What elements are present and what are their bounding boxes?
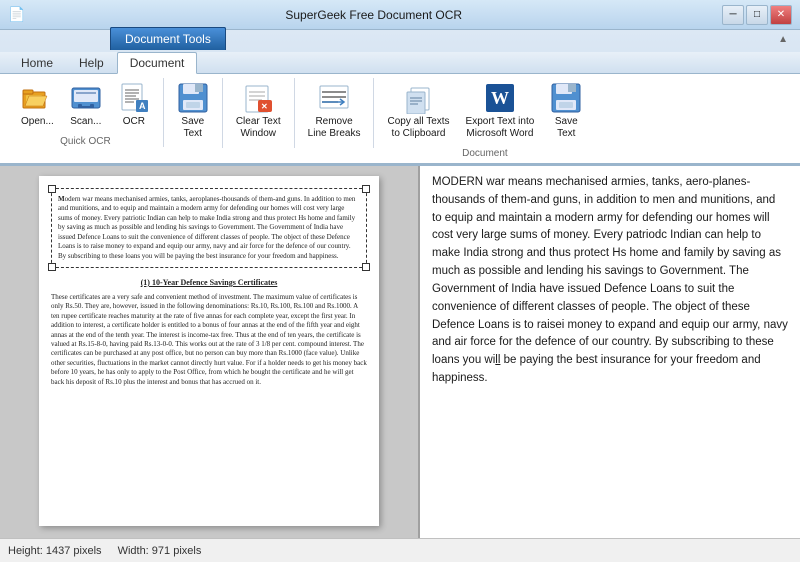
save-text-button[interactable]: SaveText: [170, 78, 216, 144]
open-label: Open...: [21, 116, 54, 128]
title-buttons: ─ □ ✕: [722, 5, 792, 25]
ocr-icon: A: [118, 82, 150, 114]
handle-tl: [48, 185, 56, 193]
document-panel: Modern war means mechanised armies, tank…: [0, 166, 420, 538]
app-icon: 📄: [8, 6, 25, 23]
tab-document[interactable]: Document: [117, 52, 198, 74]
scan-button[interactable]: Scan...: [63, 78, 109, 132]
handle-tr: [362, 185, 370, 193]
maximize-button[interactable]: □: [746, 5, 768, 25]
copy-all-label: Copy all Textsto Clipboard: [387, 116, 449, 140]
save-doc-icon: [550, 82, 582, 114]
close-button[interactable]: ✕: [770, 5, 792, 25]
title-bar: 📄 SuperGeek Free Document OCR ─ □ ✕: [0, 0, 800, 30]
status-bar: Height: 1437 pixels Width: 971 pixels: [0, 538, 800, 562]
ocr-button[interactable]: A OCR: [111, 78, 157, 132]
remove-breaks-buttons: RemoveLine Breaks: [301, 78, 368, 144]
clear-text-group: ✕ Clear TextWindow: [223, 78, 295, 148]
ocr-label: OCR: [123, 116, 145, 128]
remove-breaks-group: RemoveLine Breaks: [295, 78, 375, 148]
document-group-label: Document: [462, 148, 508, 159]
remove-breaks-icon: [318, 82, 350, 114]
quick-ocr-group: Open... Scan...: [8, 78, 164, 147]
export-word-button[interactable]: W Export Text intoMicrosoft Word: [459, 78, 542, 144]
handle-bl: [48, 263, 56, 271]
doc-scroll[interactable]: Modern war means mechanised armies, tank…: [0, 166, 418, 538]
title-bar-left: 📄: [8, 6, 25, 23]
doc-text-selection: Modern war means mechanised armies, tank…: [58, 195, 360, 261]
document-group: Copy all Textsto Clipboard W Export Text…: [374, 78, 595, 159]
save-text-icon: [177, 82, 209, 114]
remove-breaks-button[interactable]: RemoveLine Breaks: [301, 78, 368, 144]
clear-text-buttons: ✕ Clear TextWindow: [229, 78, 288, 144]
save-text-label: SaveText: [181, 116, 204, 140]
minimize-button[interactable]: ─: [722, 5, 744, 25]
tab-home[interactable]: Home: [8, 52, 66, 73]
tab-help[interactable]: Help: [66, 52, 117, 73]
quick-ocr-buttons: Open... Scan...: [14, 78, 157, 132]
save-doc-label: SaveText: [555, 116, 578, 140]
remove-breaks-label: RemoveLine Breaks: [308, 116, 361, 140]
svg-text:A: A: [139, 101, 146, 111]
doc-image: Modern war means mechanised armies, tank…: [39, 176, 379, 526]
clear-text-icon: ✕: [242, 82, 274, 114]
ribbon-tabs: Home Help Document: [0, 52, 800, 74]
handle-br: [362, 263, 370, 271]
scan-label: Scan...: [70, 116, 101, 128]
document-buttons: Copy all Textsto Clipboard W Export Text…: [380, 78, 589, 144]
open-icon: [21, 82, 53, 114]
copy-all-button[interactable]: Copy all Textsto Clipboard: [380, 78, 456, 144]
svg-text:W: W: [491, 88, 509, 108]
clear-text-label: Clear TextWindow: [236, 116, 281, 140]
save-text-buttons: SaveText: [170, 78, 216, 144]
ribbon-toolbar: Open... Scan...: [0, 74, 800, 165]
status-width: Width: 971 pixels: [118, 545, 202, 557]
doc-text-body: (1) 10-Year Defence Savings Certificates…: [51, 278, 367, 387]
export-word-label: Export Text intoMicrosoft Word: [466, 116, 535, 140]
quick-ocr-label: Quick OCR: [60, 136, 111, 147]
svg-text:✕: ✕: [261, 102, 268, 111]
scan-icon: [70, 82, 102, 114]
doc-heading: (1) 10-Year Defence Savings Certificates: [51, 278, 367, 289]
document-tools-tab[interactable]: Document Tools: [110, 27, 226, 50]
export-word-icon: W: [484, 82, 516, 114]
extracted-text: MODERN war means mechanised armies, tank…: [432, 176, 788, 384]
open-button[interactable]: Open...: [14, 78, 61, 132]
main-content: Modern war means mechanised armies, tank…: [0, 166, 800, 538]
extracted-text-panel[interactable]: MODERN war means mechanised armies, tank…: [420, 166, 800, 538]
save-text-doc-button[interactable]: SaveText: [543, 78, 589, 144]
window-title: SuperGeek Free Document OCR: [25, 8, 722, 22]
clear-text-button[interactable]: ✕ Clear TextWindow: [229, 78, 288, 144]
copy-all-icon: [403, 82, 435, 114]
save-text-group: SaveText: [164, 78, 223, 148]
status-height: Height: 1437 pixels: [8, 545, 102, 557]
